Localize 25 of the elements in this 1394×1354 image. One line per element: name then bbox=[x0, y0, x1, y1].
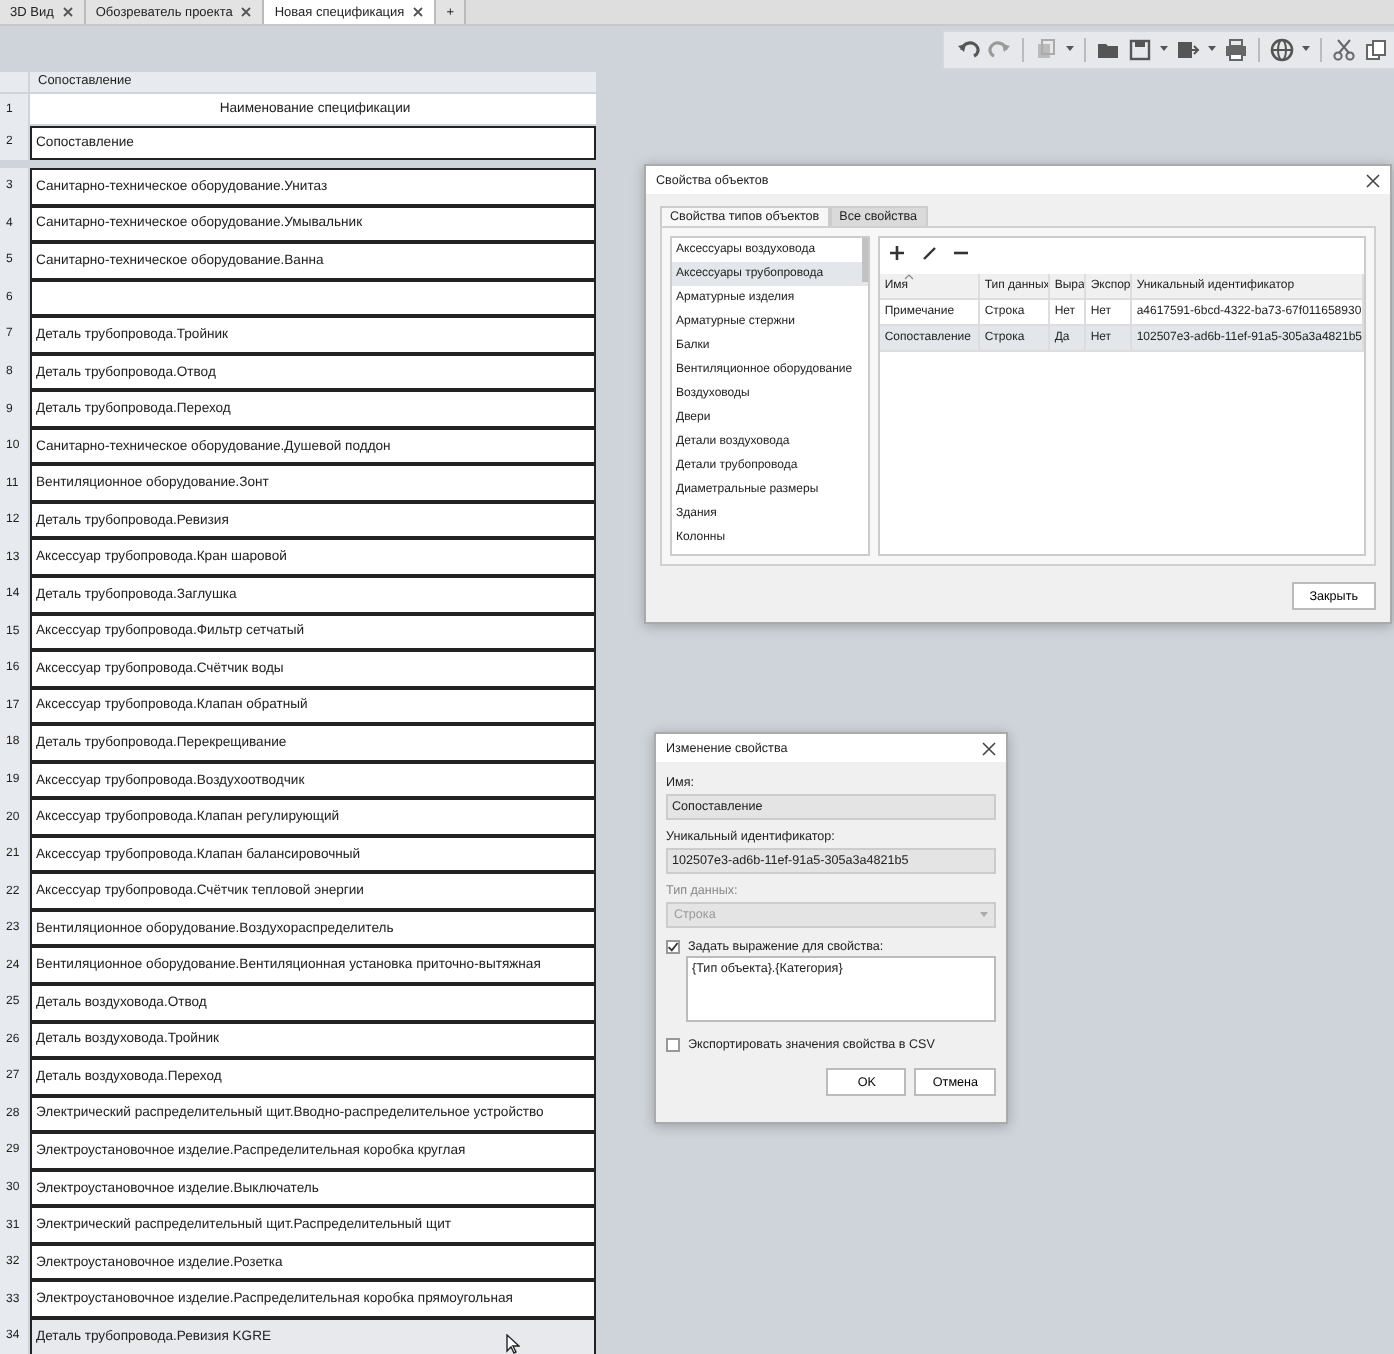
export-icon[interactable] bbox=[1176, 37, 1200, 61]
undo-icon[interactable] bbox=[956, 37, 980, 61]
checkbox[interactable] bbox=[666, 939, 680, 953]
dropdown-arrow-icon bbox=[980, 912, 988, 918]
pencil-icon[interactable] bbox=[922, 246, 937, 260]
save-icon[interactable] bbox=[1128, 37, 1152, 61]
copy-icon[interactable] bbox=[1364, 37, 1388, 61]
table-cell[interactable] bbox=[30, 279, 596, 317]
close-icon[interactable] bbox=[982, 741, 996, 755]
close-icon[interactable] bbox=[61, 6, 74, 18]
dropdown-arrow-icon[interactable] bbox=[1302, 46, 1310, 52]
minus-icon[interactable] bbox=[954, 246, 969, 260]
close-icon[interactable] bbox=[1366, 173, 1380, 187]
mouse-cursor-icon bbox=[506, 1333, 520, 1354]
scrollbar[interactable] bbox=[862, 238, 869, 282]
globe-icon[interactable] bbox=[1270, 37, 1294, 61]
dropdown-arrow-icon[interactable] bbox=[1160, 46, 1168, 52]
print-icon[interactable] bbox=[1224, 37, 1248, 61]
checkbox[interactable] bbox=[666, 1037, 680, 1051]
scissors-icon[interactable] bbox=[1332, 37, 1356, 61]
close-icon[interactable] bbox=[412, 6, 425, 18]
dropdown-arrow-icon[interactable] bbox=[1208, 46, 1216, 52]
plus-icon[interactable] bbox=[890, 246, 905, 260]
close-icon[interactable] bbox=[240, 6, 253, 18]
dropdown-arrow-icon[interactable] bbox=[1066, 46, 1074, 52]
